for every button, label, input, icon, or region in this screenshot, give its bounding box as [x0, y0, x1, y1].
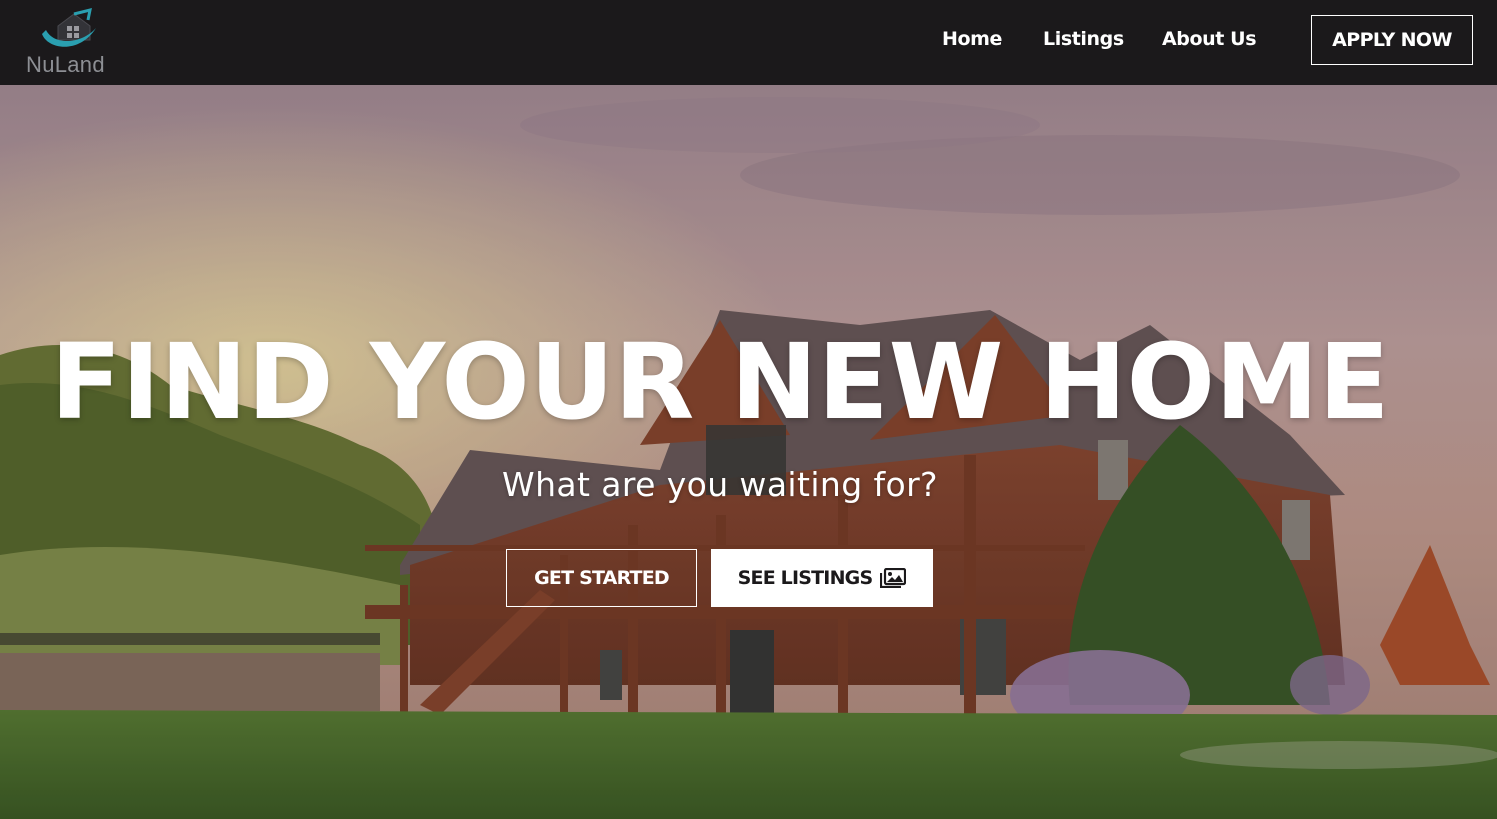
hero-section: FIND YOUR NEW HOME What are you waiting …	[0, 85, 1497, 819]
hero-subtitle: What are you waiting for?	[502, 465, 938, 504]
hero-title: FIND YOUR NEW HOME	[50, 321, 1390, 443]
see-listings-label: SEE LISTINGS	[737, 567, 874, 589]
see-listings-button[interactable]: SEE LISTINGS	[711, 549, 933, 607]
get-started-button[interactable]: GET STARTED	[506, 549, 697, 607]
top-navbar: NuLand Home Listings About Us APPLY NOW	[0, 0, 1497, 85]
nav-link-about-us[interactable]: About Us	[1162, 28, 1257, 50]
images-icon	[880, 568, 907, 588]
brand-name: NuLand	[26, 52, 105, 77]
nav-link-home[interactable]: Home	[942, 28, 1002, 50]
house-swoosh-logo-icon	[42, 7, 96, 47]
brand-logo[interactable]: NuLand	[24, 6, 114, 78]
nav-link-listings[interactable]: Listings	[1043, 28, 1124, 50]
hero-dim-overlay	[0, 85, 1497, 819]
apply-now-button[interactable]: APPLY NOW	[1311, 15, 1473, 65]
